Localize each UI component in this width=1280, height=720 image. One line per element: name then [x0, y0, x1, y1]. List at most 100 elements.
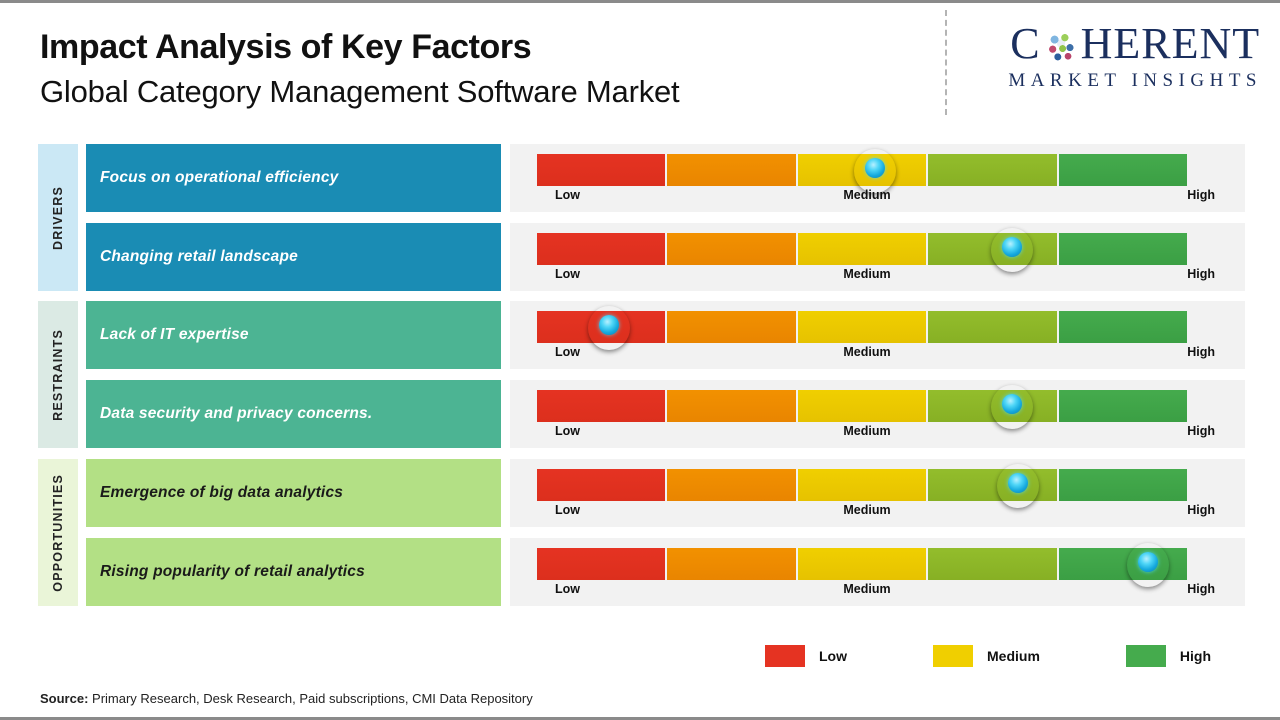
gauge-track: [537, 548, 1188, 580]
logo-tagline: MARKET INSIGHTS: [1008, 70, 1262, 91]
page-title: Impact Analysis of Key Factors: [40, 28, 532, 66]
factor-bar[interactable]: Focus on operational efficiency: [86, 144, 501, 212]
impact-marker-core: [1001, 394, 1022, 415]
scale-label-low: Low: [555, 582, 580, 596]
gauge-segment-1: [537, 548, 668, 580]
header: Impact Analysis of Key Factors Global Ca…: [40, 28, 680, 110]
gauge-segment-1: [537, 233, 668, 265]
scale-label-high: High: [1187, 503, 1215, 517]
legend-label: Low: [819, 648, 847, 664]
gauge-row: Low Medium High: [510, 538, 1245, 606]
legend-swatch: [1125, 645, 1166, 667]
scale-label-high: High: [1187, 188, 1215, 202]
gauge-segment-5: [1058, 390, 1188, 422]
gauge-segment-3: [797, 469, 929, 501]
gauge-segment-1: [537, 390, 668, 422]
gauge-segment-2: [667, 469, 798, 501]
category-band-restraints: RESTRAINTS: [38, 301, 78, 448]
scale-label-high: High: [1187, 582, 1215, 596]
impact-marker[interactable]: [991, 385, 1033, 429]
legend-item: Low: [765, 645, 847, 667]
scale-label-medium: Medium: [843, 582, 891, 596]
logo-wordmark: C HERENT: [1008, 22, 1262, 66]
gauge-track: [537, 233, 1188, 265]
impact-marker-core: [1138, 552, 1158, 573]
impact-marker-core: [1001, 237, 1022, 258]
category-label: RESTRAINTS: [51, 328, 65, 421]
scale-labels: Low Medium High: [537, 424, 1215, 444]
factor-label: Rising popularity of retail analytics: [100, 563, 365, 580]
category-label: OPPORTUNITIES: [51, 473, 65, 592]
category-band-opportunities: OPPORTUNITIES: [38, 459, 78, 606]
source-note: Source: Primary Research, Desk Research,…: [40, 691, 533, 706]
gauge-segment-4: [928, 548, 1059, 580]
factor-bar[interactable]: Emergence of big data analytics: [86, 459, 501, 527]
logo-divider: [945, 10, 947, 115]
scale-labels: Low Medium High: [537, 345, 1215, 365]
gauge-segment-1: [537, 154, 668, 186]
gauge-segment-2: [667, 311, 798, 343]
legend-item: High: [1125, 645, 1211, 667]
scale-labels: Low Medium High: [537, 188, 1215, 208]
factor-bar[interactable]: Rising popularity of retail analytics: [86, 538, 501, 606]
scale-labels: Low Medium High: [537, 267, 1215, 287]
gauge-row: Low Medium High: [510, 459, 1245, 527]
gauge-segment-2: [667, 233, 798, 265]
legend-swatch: [765, 645, 805, 667]
impact-marker[interactable]: [997, 464, 1039, 508]
gauge-segment-5: [1058, 311, 1188, 343]
impact-marker-core: [1008, 473, 1028, 494]
scale-labels: Low Medium High: [537, 503, 1215, 523]
gauge-segment-5: [1058, 233, 1188, 265]
factor-label: Data security and privacy concerns.: [100, 405, 373, 422]
logo-letter-c: C: [1010, 19, 1041, 68]
legend-label: High: [1179, 648, 1211, 664]
factor-label: Changing retail landscape: [100, 248, 298, 265]
gauge-segment-5: [1058, 154, 1188, 186]
scale-label-high: High: [1187, 267, 1215, 281]
scale-label-medium: Medium: [843, 188, 891, 202]
scale-label-high: High: [1187, 345, 1215, 359]
gauge-segment-1: [537, 469, 668, 501]
impact-marker-core: [865, 158, 885, 179]
company-logo: C HERENT MARKET INSIGHTS: [1008, 22, 1262, 92]
scale-label-medium: Medium: [843, 503, 891, 517]
gauge-row: Low Medium High: [510, 301, 1245, 369]
gauge-segment-5: [1058, 469, 1188, 501]
gauge-segment-4: [928, 469, 1059, 501]
gauge-segment-3: [797, 390, 929, 422]
gauge-track: [537, 469, 1188, 501]
gauge-track: [537, 311, 1188, 343]
impact-marker[interactable]: [1127, 543, 1169, 587]
gauge-segment-3: [797, 311, 929, 343]
source-text: Primary Research, Desk Research, Paid su…: [88, 691, 533, 706]
gauge-row: Low Medium High: [510, 380, 1245, 448]
impact-marker-core: [598, 315, 619, 336]
gauge-segment-2: [667, 154, 798, 186]
factor-bar[interactable]: Lack of IT expertise: [86, 301, 501, 369]
factor-label: Focus on operational efficiency: [100, 169, 339, 186]
factor-label: Lack of IT expertise: [100, 326, 249, 343]
factor-label: Emergence of big data analytics: [100, 484, 344, 501]
gauge-segment-3: [797, 548, 929, 580]
gauge-segment-4: [928, 154, 1059, 186]
gauge-segment-2: [667, 390, 798, 422]
scale-label-low: Low: [555, 503, 580, 517]
page-subtitle: Global Category Management Software Mark…: [40, 74, 680, 110]
scale-label-medium: Medium: [843, 424, 891, 438]
scale-label-low: Low: [555, 188, 580, 202]
legend-swatch: [933, 645, 973, 667]
legend-item: Medium: [933, 645, 1040, 667]
legend: Low Medium High: [765, 645, 1211, 667]
source-label: Source:: [40, 691, 89, 706]
gauge-row: Low Medium High: [510, 144, 1245, 212]
scale-label-low: Low: [555, 345, 580, 359]
factor-bar[interactable]: Data security and privacy concerns.: [86, 380, 501, 448]
scale-labels: Low Medium High: [537, 582, 1215, 602]
impact-marker[interactable]: [854, 149, 896, 193]
factor-bar[interactable]: Changing retail landscape: [86, 223, 501, 291]
impact-marker[interactable]: [588, 306, 630, 350]
category-label: DRIVERS: [51, 185, 65, 250]
gauge-segment-2: [667, 548, 798, 580]
impact-marker[interactable]: [991, 228, 1033, 272]
